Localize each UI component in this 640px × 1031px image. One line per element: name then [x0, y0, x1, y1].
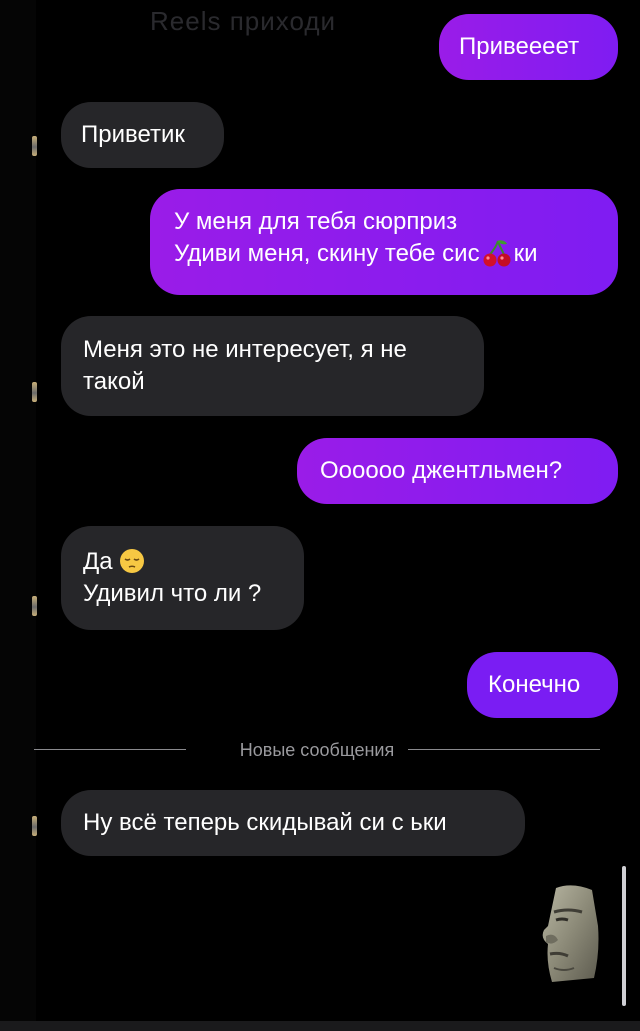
message-incoming[interactable]: Ну всё теперь скидывай си с ьки [61, 790, 525, 856]
input-bar-edge [0, 1021, 640, 1031]
message-incoming[interactable]: Да Удивил что ли ? [61, 526, 304, 630]
message-outgoing[interactable]: У меня для тебя сюрприз Удиви меня, скин… [150, 189, 618, 295]
message-text-line: Удиви меня, скину тебе сис ки [174, 238, 618, 270]
message-incoming[interactable]: Приветик [61, 102, 224, 168]
message-text: Да [83, 548, 113, 575]
message-text-line: Удивил что ли ? [83, 580, 262, 607]
message-text-line: такой [83, 368, 145, 395]
moai-sticker-icon[interactable] [534, 882, 610, 986]
sender-avatar [32, 596, 37, 616]
sender-avatar [32, 816, 37, 836]
sender-avatar [32, 382, 37, 402]
message-outgoing[interactable]: Привеееет [439, 14, 618, 80]
pensive-face-emoji-icon [119, 548, 144, 573]
message-text: Привеееет [459, 33, 580, 60]
message-text: ки [513, 240, 538, 267]
message-text: Оооооо джентльмен? [320, 457, 563, 484]
message-text: Ну всё теперь скидывай си с ьки [83, 809, 447, 836]
sender-avatar [32, 136, 37, 156]
divider-label: Новые сообщения [239, 740, 395, 760]
message-text: Удиви меня, скину тебе сис [174, 240, 480, 267]
scrollbar[interactable] [622, 866, 626, 1006]
message-text-line: У меня для тебя сюрприз [174, 208, 458, 235]
message-incoming[interactable]: Меня это не интересует, я не такой [61, 316, 484, 416]
message-text-line: Меня это не интересует, я не [83, 336, 407, 363]
left-edge-strip [0, 0, 36, 1031]
cherry-emoji-icon [483, 239, 511, 267]
message-text: Конечно [488, 671, 581, 698]
message-outgoing[interactable]: Оооооо джентльмен? [297, 438, 618, 504]
divider-line-right [408, 749, 600, 750]
message-outgoing[interactable]: Конечно [467, 652, 618, 718]
message-text-line: Да [83, 546, 304, 578]
new-messages-divider: Новые сообщения [34, 738, 600, 762]
header-title-faded: Reels приходи [150, 6, 337, 36]
message-text: Приветик [81, 121, 185, 148]
